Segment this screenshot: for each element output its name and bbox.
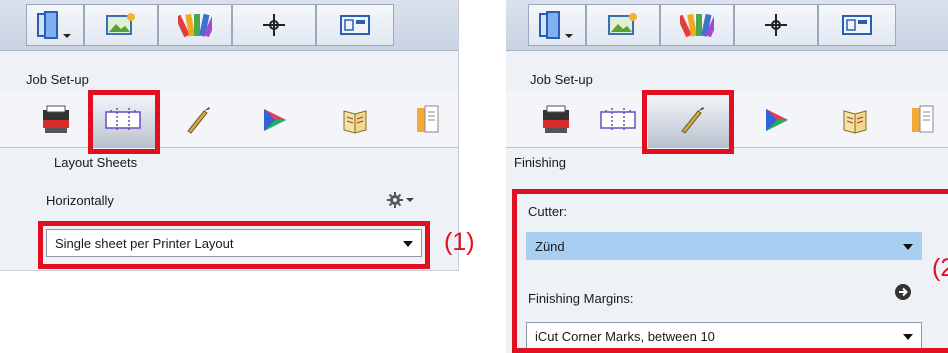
tab-layout-sheets[interactable] [590,92,646,147]
job-folder-icon [539,11,573,39]
callout-2: (2 [932,254,948,282]
image-edit-button[interactable] [84,4,158,46]
document-stack-icon [912,105,934,132]
tab-documents[interactable] [896,92,948,147]
job-folder-icon [37,11,71,39]
panel-title: Layout Sheets [54,155,138,170]
tab-printer[interactable] [28,92,84,147]
highlight-finishing-settings [512,189,948,353]
tab-color[interactable] [236,92,312,147]
tab-color[interactable] [738,92,814,147]
tab-finishing[interactable] [160,92,234,147]
target-crosshair-icon [765,14,787,36]
section-label: Job Set-up [26,72,89,87]
callout-1: (1) [444,228,475,256]
highlight-layout-tab [88,90,160,154]
main-toolbar [0,0,458,51]
section-label: Job Set-up [530,72,593,87]
document-stack-icon [417,105,439,132]
highlight-finishing-tab [642,90,734,154]
target-crosshair-icon [263,14,285,36]
printer-icon [43,105,69,133]
image-edit-button[interactable] [586,4,660,46]
color-prism-icon [264,108,286,131]
job-folder-button[interactable] [528,4,586,46]
layout-window-button[interactable] [316,4,394,46]
image-edit-icon [608,13,637,35]
horizontally-label: Horizontally [46,193,114,208]
tab-documents[interactable] [396,92,458,147]
book-pages-icon [843,109,867,134]
color-swatches-icon [178,13,212,38]
printer-icon [543,105,569,133]
tab-book[interactable] [318,92,392,147]
gear-dropdown-icon[interactable] [386,191,416,209]
tab-printer[interactable] [528,92,584,147]
image-edit-icon [106,13,135,35]
job-setup-tabs [0,92,458,148]
layout-window-button[interactable] [818,4,896,46]
tab-book[interactable] [818,92,892,147]
layout-sheets-icon [600,107,636,132]
color-swatches-icon [680,13,714,38]
color-swatches-button[interactable] [158,4,232,46]
panel-title: Finishing [514,155,567,170]
finishing-knife-icon [187,106,210,134]
job-folder-button[interactable] [26,4,84,46]
highlight-layout-dropdown [38,221,430,269]
layout-window-icon [842,15,872,35]
main-toolbar [506,0,948,51]
book-pages-icon [343,109,367,134]
target-button[interactable] [734,4,818,46]
color-swatches-button[interactable] [660,4,734,46]
target-button[interactable] [232,4,316,46]
color-prism-icon [766,108,788,131]
layout-window-icon [340,15,370,35]
